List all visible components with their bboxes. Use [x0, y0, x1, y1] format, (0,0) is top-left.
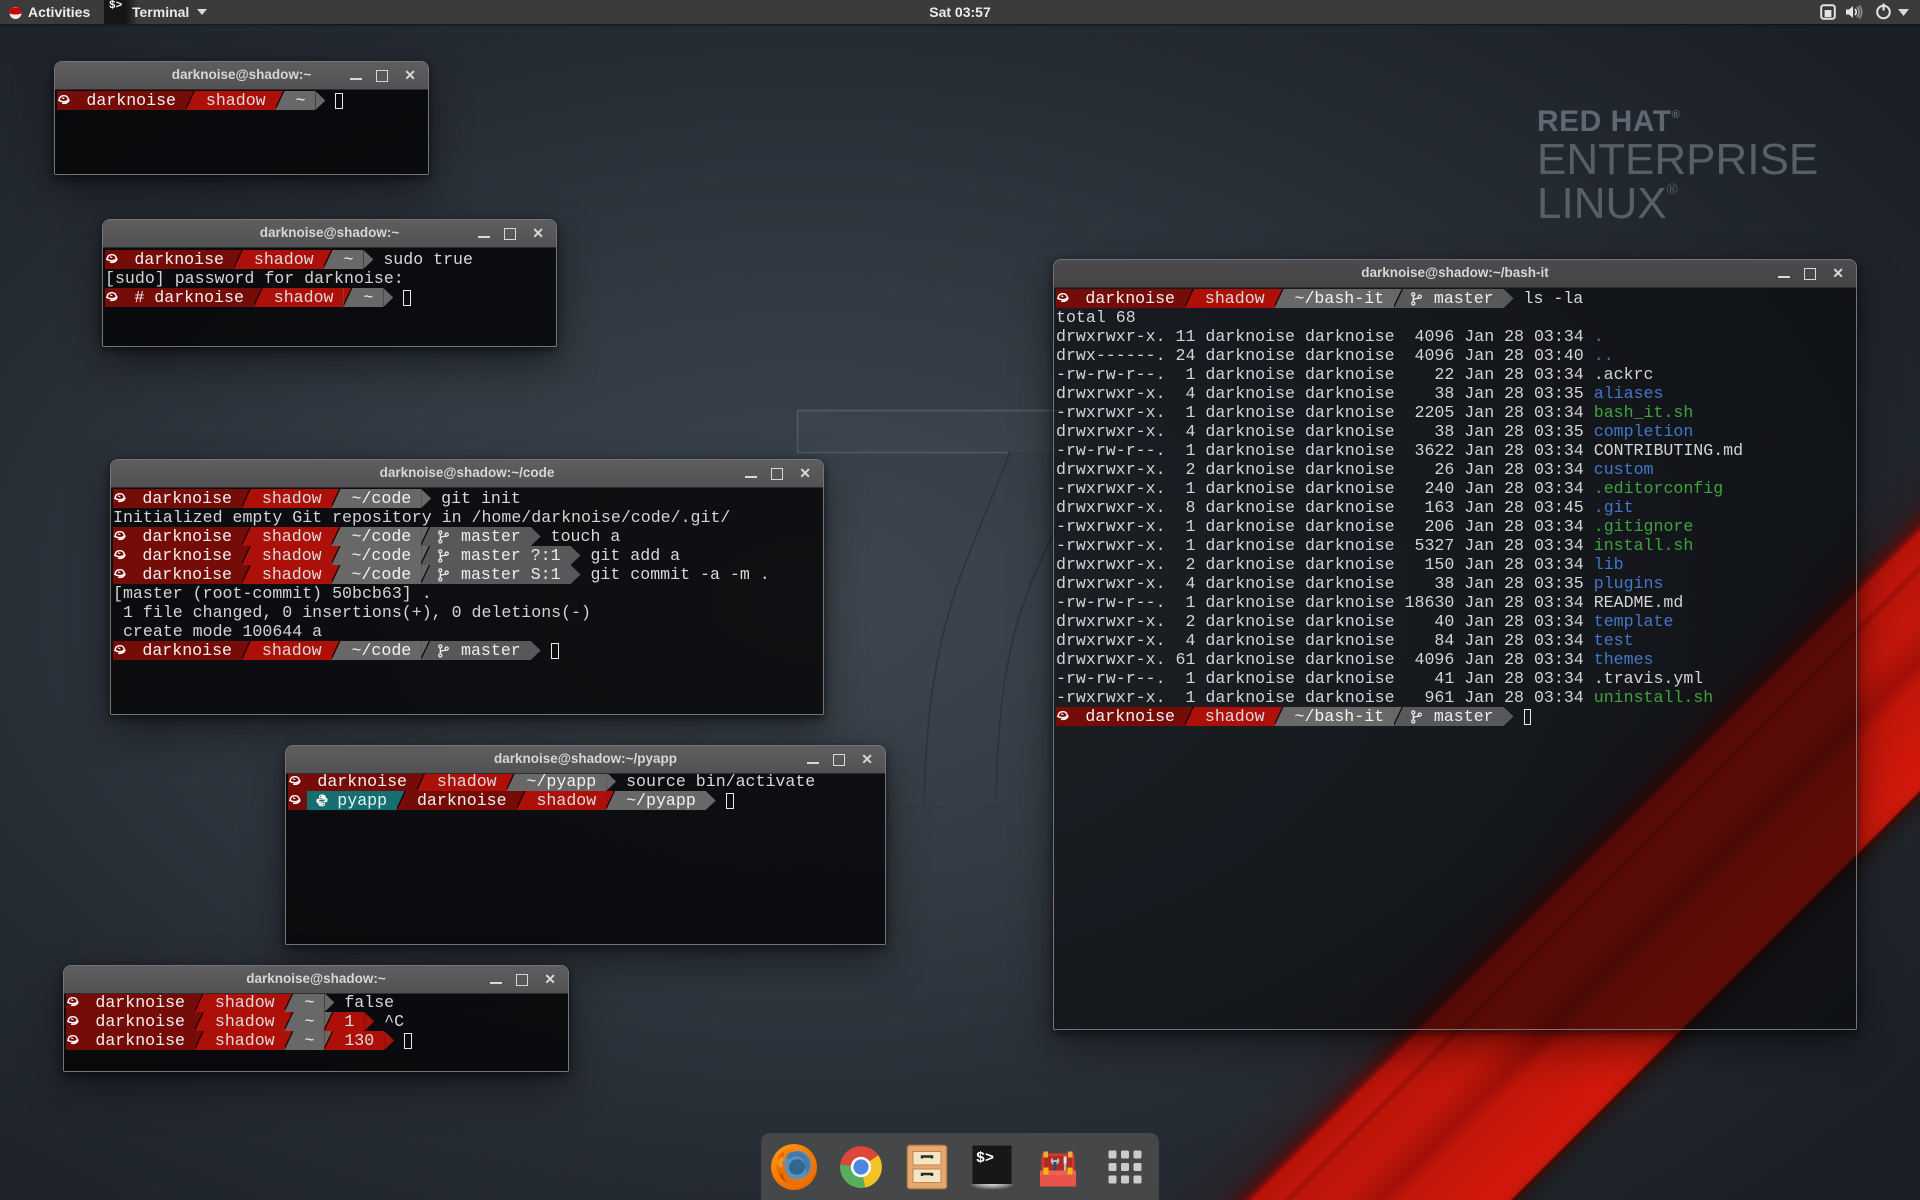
svg-text:$>: $> — [976, 1150, 994, 1167]
